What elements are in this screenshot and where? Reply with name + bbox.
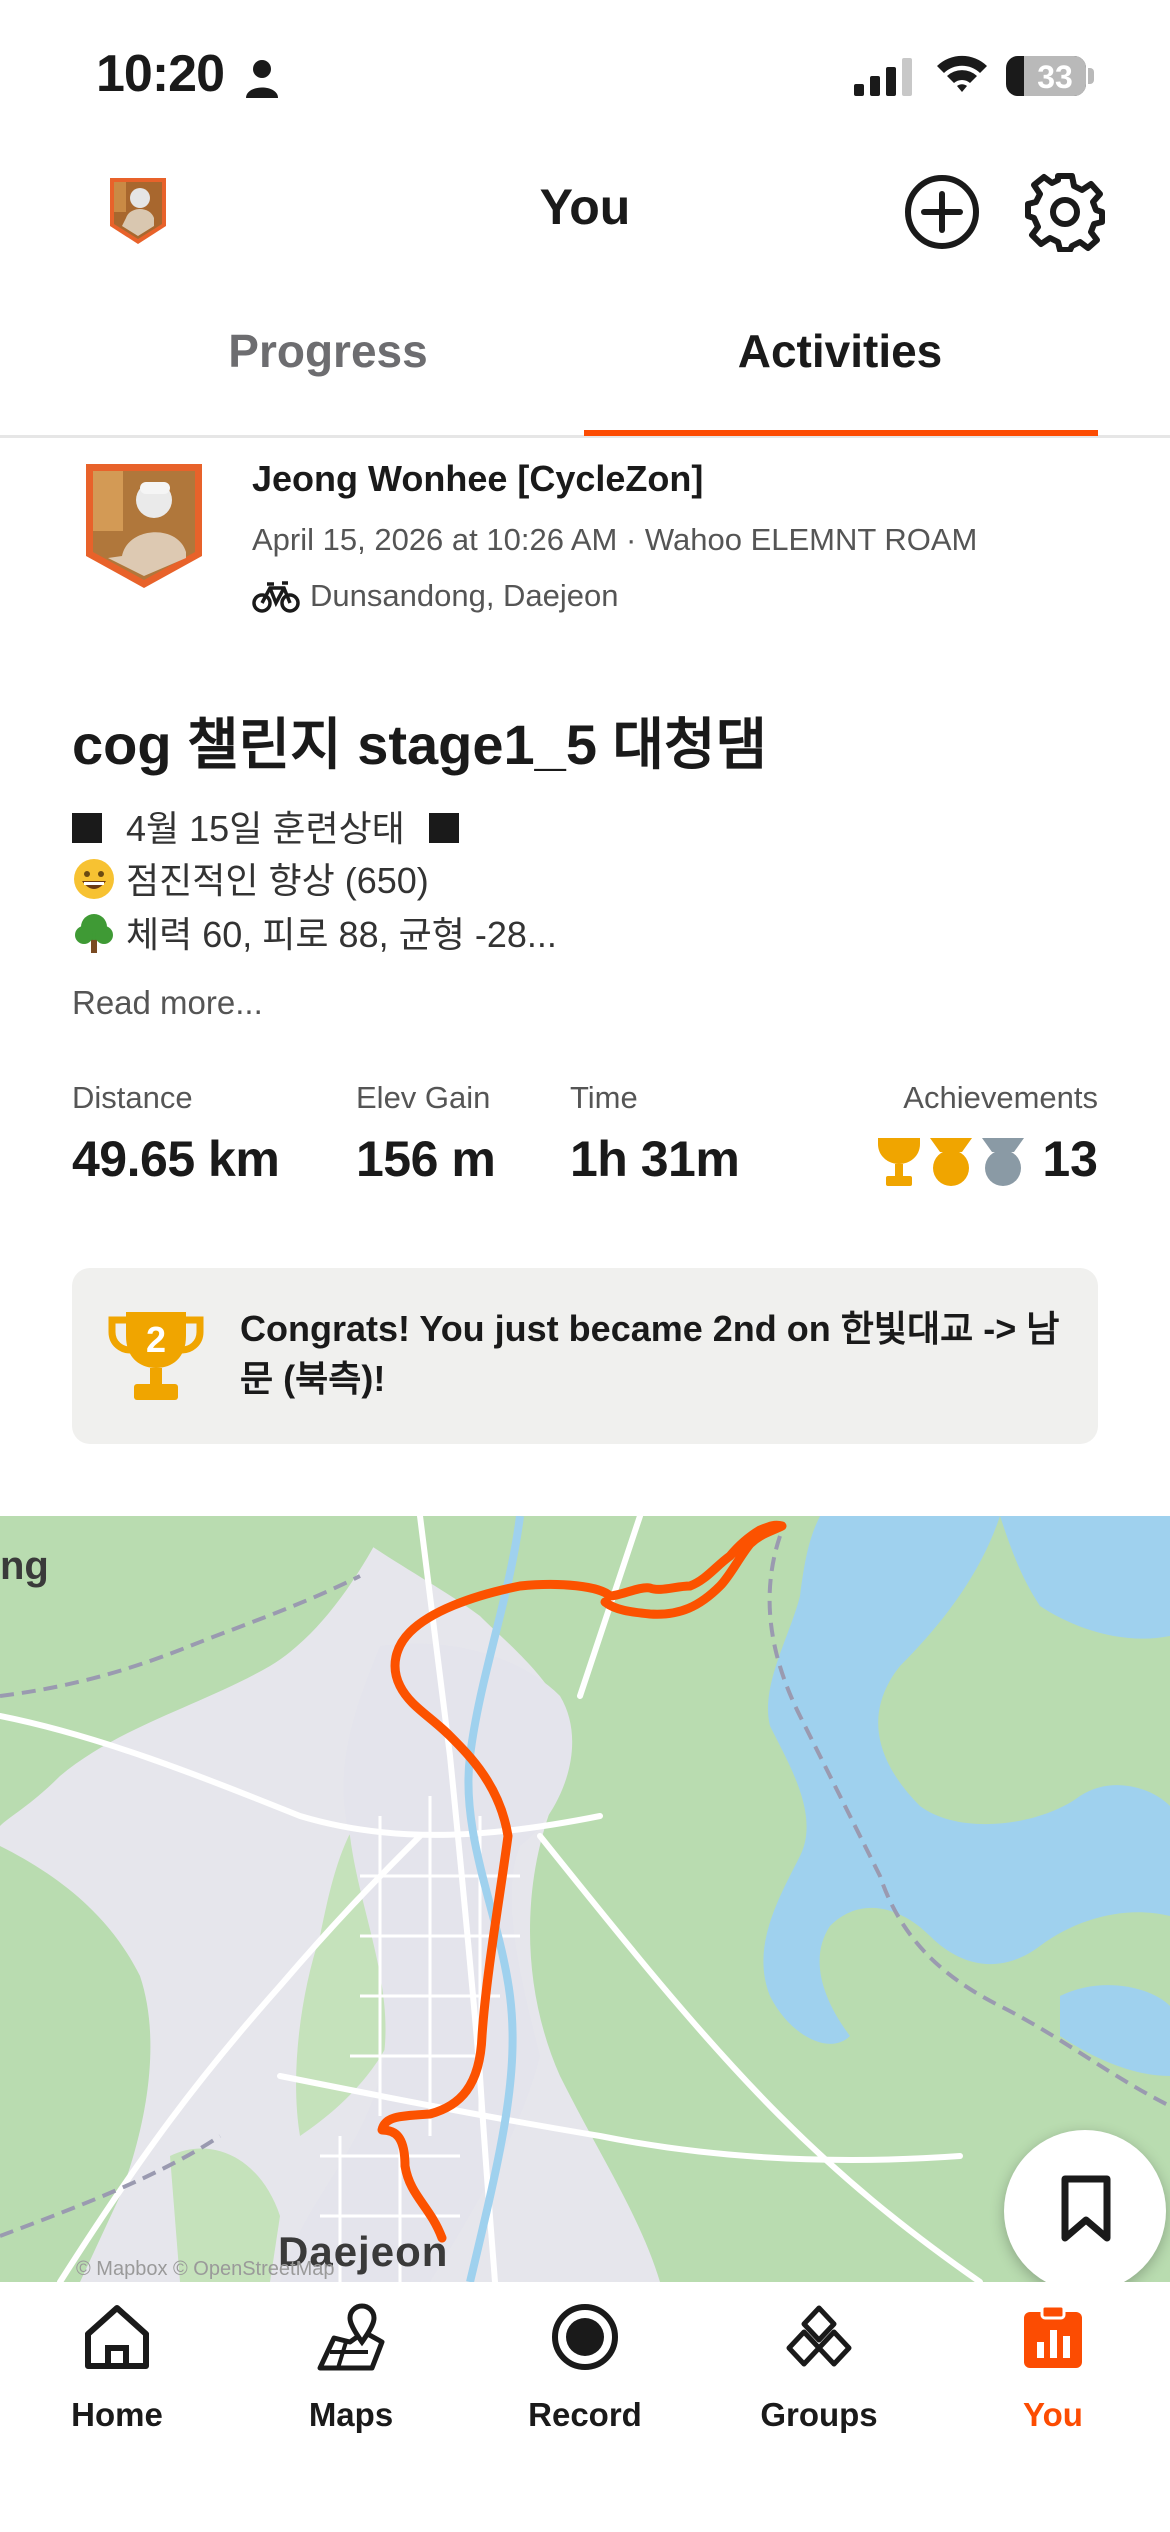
description-text: 점진적인 향상 (650) — [126, 860, 429, 901]
bookmark-icon — [1061, 2175, 1111, 2242]
nav-label: You — [1023, 2396, 1083, 2433]
achievement-icons[interactable] — [874, 1134, 1034, 1190]
trophy-rank-number: 2 — [146, 1319, 166, 1360]
battery-indicator: 33 — [1006, 56, 1086, 96]
description-line: 점진적인 향상 (650) — [72, 852, 429, 904]
black-square-icon — [72, 813, 102, 843]
grinning-face-icon — [74, 859, 114, 899]
tab-progress[interactable]: Progress — [78, 324, 578, 378]
map-canvas — [0, 1516, 1170, 2282]
nav-label: Maps — [308, 2396, 394, 2433]
athlete-avatar[interactable] — [82, 460, 206, 592]
read-more-link[interactable]: Read more... — [72, 984, 263, 1022]
activity-title[interactable]: cog 챌린지 stage1_5 대청댐 — [72, 700, 767, 781]
nav-home[interactable]: Home — [0, 2282, 234, 2472]
nav-record[interactable]: Record — [468, 2282, 702, 2472]
status-time: 10:20 — [96, 45, 225, 103]
map-place-label: ng — [0, 1544, 49, 1588]
nav-label: Record — [528, 2396, 642, 2433]
description-line: 4월 15일 훈련상태 — [72, 800, 459, 852]
add-icon[interactable] — [904, 174, 980, 250]
page-title: You — [539, 179, 631, 235]
wifi-icon — [937, 55, 987, 92]
congrats-text: Congrats! You just became 2nd on 한빛대교 ->… — [240, 1308, 1060, 1399]
tab-activities[interactable]: Activities — [590, 324, 1090, 378]
person-icon — [246, 60, 278, 98]
nav-label: Home — [71, 2396, 163, 2433]
nav-label: Groups — [760, 2396, 878, 2433]
distance-value: 49.65 km — [72, 1131, 280, 1187]
route-map[interactable]: ng Daejeon anb © Mapbox © OpenStreetMap — [0, 1516, 1170, 2282]
achievements-count[interactable]: 13 — [1042, 1130, 1098, 1188]
description-text: 체력 60, 피로 88, 균형 -28... — [126, 914, 557, 955]
elev-gain-value: 156 m — [356, 1131, 496, 1187]
gear-icon[interactable] — [1024, 170, 1106, 252]
trophy-icon — [878, 1138, 920, 1186]
maps-icon — [317, 2303, 385, 2371]
activity-meta: April 15, 2026 at 10:26 AM · Wahoo ELEMN… — [252, 522, 978, 557]
medal-gold-icon — [930, 1138, 972, 1186]
status-bar: 10:20 33 — [0, 0, 1170, 150]
activity-location: Dunsandong, Daejeon — [310, 578, 619, 613]
bottom-navigation: Home Maps Record Groups You — [0, 2282, 1170, 2532]
segment-achievement-card[interactable]: 2 Congrats! You just became 2nd on 한빛대교 … — [72, 1268, 1098, 1444]
time-label: Time — [570, 1080, 638, 1115]
nav-maps[interactable]: Maps — [234, 2282, 468, 2472]
you-icon — [1024, 2304, 1082, 2368]
elev-gain-label: Elev Gain — [356, 1080, 491, 1115]
app-header: You — [0, 150, 1170, 270]
distance-label: Distance — [72, 1080, 193, 1115]
description-line: 체력 60, 피로 88, 균형 -28... — [72, 906, 557, 958]
record-icon — [552, 2304, 618, 2370]
nav-you[interactable]: You — [936, 2282, 1170, 2472]
tree-icon — [75, 914, 113, 953]
trophy-rank-icon: 2 — [108, 1312, 204, 1400]
battery-cap — [1088, 68, 1094, 84]
bike-icon — [252, 581, 300, 613]
bookmark-button[interactable] — [1004, 2130, 1166, 2292]
map-attribution[interactable]: © Mapbox © OpenStreetMap — [76, 2258, 335, 2281]
athlete-name[interactable]: Jeong Wonhee [CycleZon] — [252, 458, 703, 500]
achievements-label: Achievements — [903, 1080, 1098, 1115]
black-square-icon — [428, 813, 459, 843]
groups-icon — [786, 2305, 852, 2367]
signal-icon — [854, 58, 912, 96]
active-tab-indicator — [584, 430, 1098, 436]
tab-bar: Progress Activities — [0, 298, 1170, 438]
battery-level: 33 — [1037, 59, 1073, 95]
time-value: 1h 31m — [570, 1131, 740, 1187]
medal-silver-icon — [982, 1138, 1024, 1186]
home-icon — [85, 2305, 149, 2369]
description-text: 4월 15일 훈련상태 — [126, 808, 405, 849]
nav-groups[interactable]: Groups — [702, 2282, 936, 2472]
